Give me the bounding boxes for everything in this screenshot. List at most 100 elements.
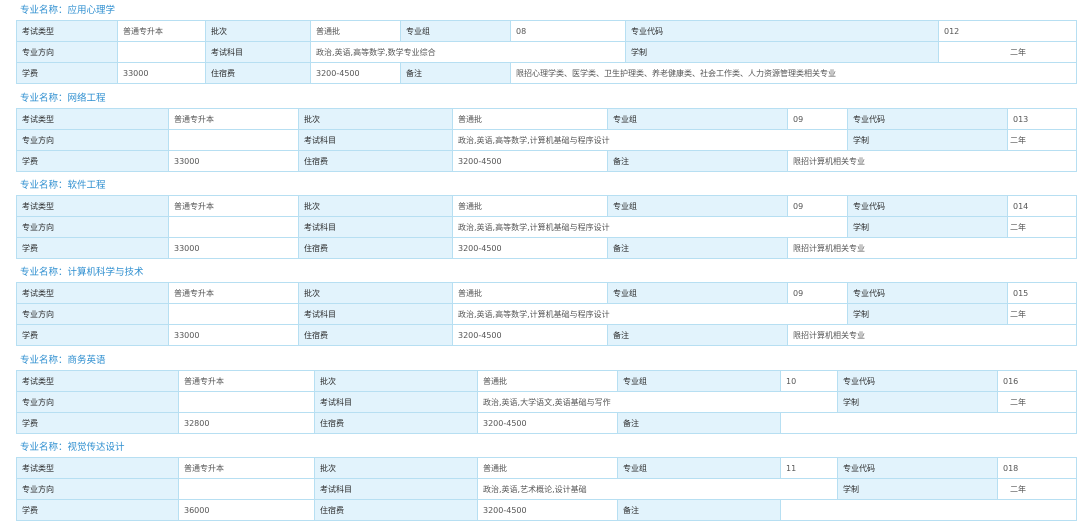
table-row: 专业方向 考试科目 政治,英语,高等数学,计算机基础与程序设计 学制 二年 [16,129,1077,151]
tuition-label: 学费 [16,499,179,521]
table-row: 专业方向 考试科目 政治,英语,高等数学,数学专业综合 学制 二年 [16,41,1077,63]
major-code-label: 专业代码 [847,108,1008,130]
batch-label: 批次 [298,282,453,304]
table-row: 专业方向 考试科目 政治,英语,大学语文,英语基础与写作 学制 二年 [16,391,1077,413]
batch-value: 普通批 [477,457,618,479]
subjects-value: 政治,英语,大学语文,英语基础与写作 [477,391,838,413]
duration-label: 学制 [847,303,1008,325]
batch-label: 批次 [205,20,311,42]
lodging-label: 住宿费 [314,412,478,434]
direction-label: 专业方向 [16,391,179,413]
tuition-label: 学费 [16,237,169,259]
direction-label: 专业方向 [16,129,169,151]
notes-label: 备注 [617,499,781,521]
major-code-value: 013 [1007,108,1077,130]
lodging-value: 3200-4500 [452,324,608,346]
major-title-prefix: 专业名称： [20,355,68,366]
direction-value [178,478,315,500]
direction-label: 专业方向 [16,303,169,325]
lodging-value: 3200-4500 [452,150,608,172]
batch-label: 批次 [298,195,453,217]
batch-label: 批次 [298,108,453,130]
tuition-label: 学费 [16,412,179,434]
duration-label: 学制 [837,478,998,500]
notes-value [780,499,1077,521]
duration-value: 二年 [1007,303,1077,325]
duration-label: 学制 [837,391,998,413]
major-code-value: 012 [938,20,1077,42]
table-row: 学费 32800 住宿费 3200-4500 备注 [16,412,1077,434]
notes-value: 限招计算机相关专业 [787,237,1077,259]
major-group-value: 09 [787,108,848,130]
exam-type-label: 考试类型 [16,370,179,392]
exam-type-value: 普通专升本 [178,370,315,392]
major-code-value: 014 [1007,195,1077,217]
major-group-label: 专业组 [607,282,788,304]
major-info-table: 考试类型 普通专升本 批次 普通批 专业组 11 专业代码 018 专业方向 考试科目 政治,英语,… [16,457,1077,521]
major-title: 专业名称：计算机科学与技术 [20,266,144,280]
major-code-value: 018 [997,457,1077,479]
table-row: 学费 33000 住宿费 3200-4500 备注 限招计算机相关专业 [16,237,1077,259]
lodging-value: 3200-4500 [310,62,401,84]
direction-label: 专业方向 [16,216,169,238]
subjects-value: 政治,英语,艺术概论,设计基础 [477,478,838,500]
table-row: 考试类型 普通专升本 批次 普通批 专业组 11 专业代码 018 [16,457,1077,479]
lodging-label: 住宿费 [298,324,453,346]
major-name: 视觉传达设计 [67,442,125,453]
table-row: 考试类型 普通专升本 批次 普通批 专业组 09 专业代码 015 [16,282,1077,304]
major-info-table: 考试类型 普通专升本 批次 普通批 专业组 09 专业代码 013 专业方向 考试科目 政治,英语,… [16,108,1077,172]
batch-label: 批次 [314,370,478,392]
major-name: 软件工程 [67,180,106,191]
notes-label: 备注 [400,62,511,84]
lodging-label: 住宿费 [205,62,311,84]
batch-value: 普通批 [310,20,401,42]
table-row: 学费 33000 住宿费 3200-4500 备注 限招计算机相关专业 [16,324,1077,346]
tuition-value: 33000 [168,237,299,259]
major-info-table: 考试类型 普通专升本 批次 普通批 专业组 10 专业代码 016 专业方向 考试科目 政治,英语,… [16,370,1077,434]
major-code-label: 专业代码 [625,20,939,42]
major-group-value: 08 [510,20,626,42]
table-row: 专业方向 考试科目 政治,英语,高等数学,计算机基础与程序设计 学制 二年 [16,216,1077,238]
major-group-label: 专业组 [607,108,788,130]
major-title: 专业名称：应用心理学 [20,4,115,18]
notes-value: 限招计算机相关专业 [787,150,1077,172]
notes-value [780,412,1077,434]
duration-label: 学制 [847,216,1008,238]
duration-value: 二年 [1007,129,1077,151]
subjects-label: 考试科目 [298,216,453,238]
major-title: 专业名称：网络工程 [20,92,106,106]
lodging-label: 住宿费 [298,150,453,172]
table-row: 学费 36000 住宿费 3200-4500 备注 [16,499,1077,521]
subjects-label: 考试科目 [298,129,453,151]
exam-type-label: 考试类型 [16,20,118,42]
major-title: 专业名称：视觉传达设计 [20,441,125,455]
duration-value: 二年 [997,391,1077,413]
direction-value [168,129,299,151]
duration-value: 二年 [997,478,1077,500]
major-code-label: 专业代码 [847,195,1008,217]
table-row: 考试类型 普通专升本 批次 普通批 专业组 10 专业代码 016 [16,370,1077,392]
major-title-prefix: 专业名称： [20,442,68,453]
tuition-value: 33000 [168,150,299,172]
major-group-value: 11 [780,457,838,479]
exam-type-label: 考试类型 [16,108,169,130]
table-row: 学费 33000 住宿费 3200-4500 备注 限招心理学类、医学类、卫生护理类、养老… [16,62,1077,84]
major-code-label: 专业代码 [837,457,998,479]
notes-label: 备注 [607,324,788,346]
major-title: 专业名称：商务英语 [20,354,106,368]
exam-type-value: 普通专升本 [117,20,206,42]
subjects-value: 政治,英语,高等数学,计算机基础与程序设计 [452,216,848,238]
major-info-table: 考试类型 普通专升本 批次 普通批 专业组 09 专业代码 015 专业方向 考试科目 政治,英语,… [16,282,1077,346]
major-name: 网络工程 [67,93,106,104]
major-info-table: 考试类型 普通专升本 批次 普通批 专业组 09 专业代码 014 专业方向 考试科目 政治,英语,… [16,195,1077,259]
major-group-value: 10 [780,370,838,392]
major-title: 专业名称：软件工程 [20,179,106,193]
lodging-value: 3200-4500 [477,499,618,521]
major-name: 商务英语 [67,355,106,366]
table-row: 学费 33000 住宿费 3200-4500 备注 限招计算机相关专业 [16,150,1077,172]
subjects-value: 政治,英语,高等数学,数学专业综合 [310,41,626,63]
batch-value: 普通批 [452,195,608,217]
tuition-value: 33000 [117,62,206,84]
exam-type-value: 普通专升本 [168,195,299,217]
duration-label: 学制 [847,129,1008,151]
